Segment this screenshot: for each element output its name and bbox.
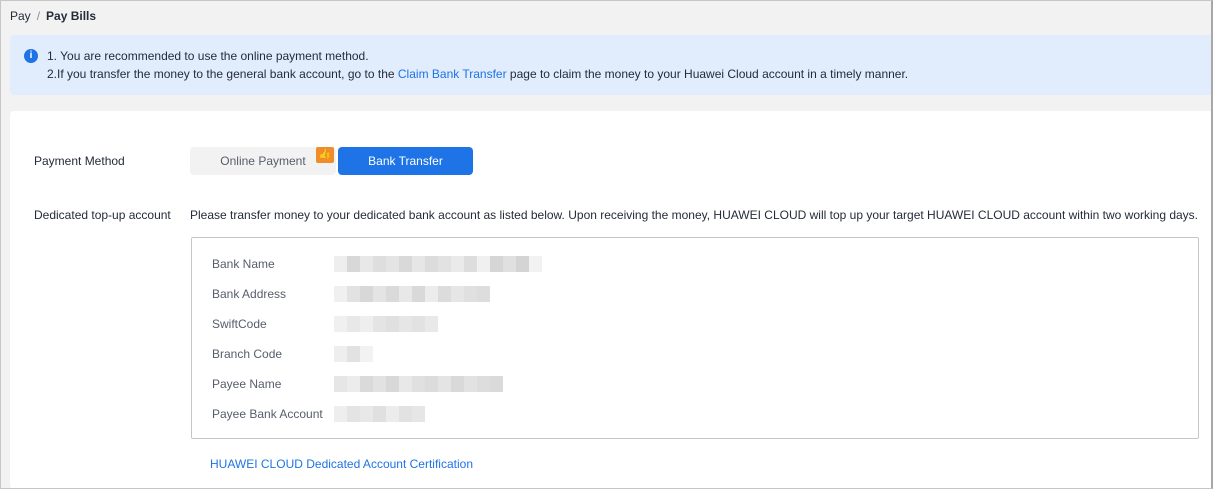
bank-address-key: Bank Address <box>212 287 287 301</box>
payee-name-masked-value <box>334 376 503 392</box>
branch-code-masked-value <box>334 346 373 362</box>
bank-transfer-option[interactable]: Bank Transfer <box>338 147 473 175</box>
online-payment-option[interactable]: Online Payment 👍 <box>190 147 336 175</box>
breadcrumb-pay-link[interactable]: Pay <box>10 9 31 23</box>
claim-bank-transfer-link[interactable]: Claim Bank Transfer <box>398 67 507 81</box>
bank-name-row: Bank Name <box>212 256 542 272</box>
branch-code-key: Branch Code <box>212 347 283 361</box>
bank-address-row: Bank Address <box>212 286 490 302</box>
notice-line-2-suffix: page to claim the money to your Huawei C… <box>506 67 909 81</box>
account-description: Please transfer money to your dedicated … <box>190 208 1199 222</box>
bank-name-masked-value <box>334 256 542 272</box>
dedicated-account-certification-link[interactable]: HUAWEI CLOUD Dedicated Account Certifica… <box>210 457 473 471</box>
payee-bank-account-masked-value <box>334 406 425 422</box>
bank-account-card: Bank Name Bank Address SwiftCode Branch … <box>191 237 1199 439</box>
payment-method-label: Payment Method <box>34 154 125 168</box>
swift-code-key: SwiftCode <box>212 317 267 331</box>
bank-address-masked-value <box>334 286 490 302</box>
online-payment-label: Online Payment <box>220 154 306 168</box>
swift-code-row: SwiftCode <box>212 316 438 332</box>
info-icon: i <box>24 49 38 63</box>
payment-method-switch: Online Payment 👍 Bank Transfer <box>190 147 473 175</box>
notice-banner: i 1. You are recommended to use the onli… <box>10 35 1213 95</box>
branch-code-row: Branch Code <box>212 346 373 362</box>
notice-line-2-prefix: 2.If you transfer the money to the gener… <box>47 67 398 81</box>
notice-line-2: 2.If you transfer the money to the gener… <box>47 67 908 81</box>
dedicated-account-label: Dedicated top-up account <box>34 208 171 222</box>
payee-bank-account-key: Payee Bank Account <box>212 407 323 421</box>
breadcrumb-separator: / <box>36 9 41 23</box>
payee-name-key: Payee Name <box>212 377 282 391</box>
payee-name-row: Payee Name <box>212 376 503 392</box>
payee-bank-account-row: Payee Bank Account <box>212 406 425 422</box>
swift-code-masked-value <box>334 316 438 332</box>
payment-panel: Payment Method Online Payment 👍 Bank Tra… <box>10 111 1213 489</box>
thumbs-up-icon: 👍 <box>316 147 334 163</box>
notice-line-1: 1. You are recommended to use the online… <box>47 49 369 63</box>
breadcrumb-current: Pay Bills <box>46 9 97 23</box>
breadcrumb: Pay / Pay Bills <box>10 9 96 23</box>
bank-name-key: Bank Name <box>212 257 275 271</box>
